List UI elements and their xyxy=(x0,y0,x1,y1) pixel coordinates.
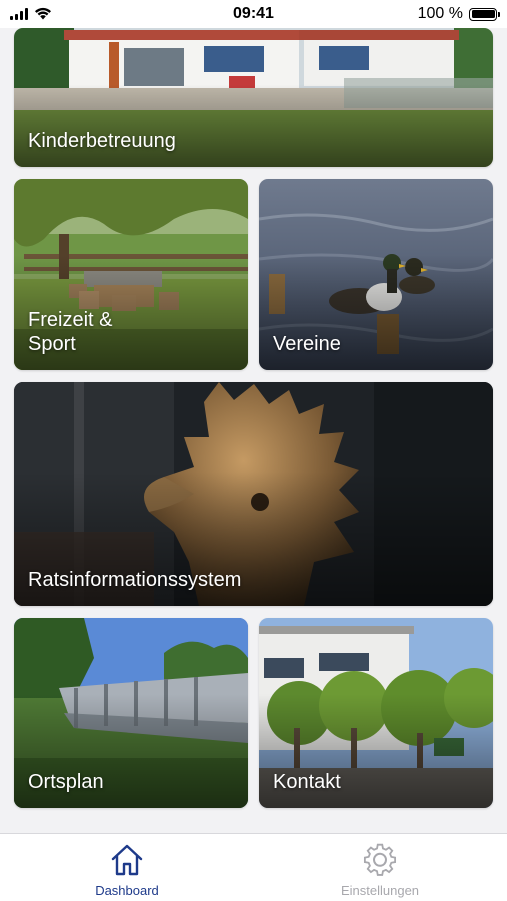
status-right: 100 % xyxy=(417,5,500,23)
battery-fill xyxy=(471,10,495,18)
battery-percentage: 100 % xyxy=(417,5,463,22)
tile-label-freizeit-line2: Sport xyxy=(28,333,76,355)
tile-label-kontakt: Kontakt xyxy=(273,771,341,793)
gear-icon xyxy=(363,843,397,876)
tile-label-freizeit-sport: Freizeit & Sport xyxy=(28,308,236,356)
tab-bar: Dashboard Einstellungen xyxy=(0,833,507,901)
house-icon xyxy=(111,844,143,876)
tab-einstellungen[interactable]: Einstellungen xyxy=(300,834,460,901)
tile-label-kinderbetreuung: Kinderbetreuung xyxy=(28,130,176,152)
tab-dashboard[interactable]: Dashboard xyxy=(47,834,207,901)
tile-shade xyxy=(14,83,493,167)
tile-vereine[interactable]: Vereine xyxy=(259,179,493,370)
tile-label-ortsplan: Ortsplan xyxy=(28,771,104,793)
tile-label-vereine: Vereine xyxy=(273,333,341,355)
tile-ratsinformationssystem[interactable]: Ratsinformationssystem xyxy=(14,382,493,606)
battery-icon xyxy=(469,7,500,21)
tile-kontakt[interactable]: Kontakt xyxy=(259,618,493,808)
tile-freizeit-sport[interactable]: Freizeit & Sport xyxy=(14,179,248,370)
tab-dashboard-label: Dashboard xyxy=(95,883,159,898)
tile-label-ratsinformationssystem: Ratsinformationssystem xyxy=(28,569,242,591)
tile-kinderbetreuung[interactable]: Kinderbetreuung xyxy=(14,28,493,167)
tile-ortsplan[interactable]: Ortsplan xyxy=(14,618,248,808)
status-bar: 09:41 100 % xyxy=(0,0,507,28)
tab-einstellungen-label: Einstellungen xyxy=(340,883,420,898)
tile-label-freizeit-line1: Freizeit & xyxy=(28,309,113,331)
